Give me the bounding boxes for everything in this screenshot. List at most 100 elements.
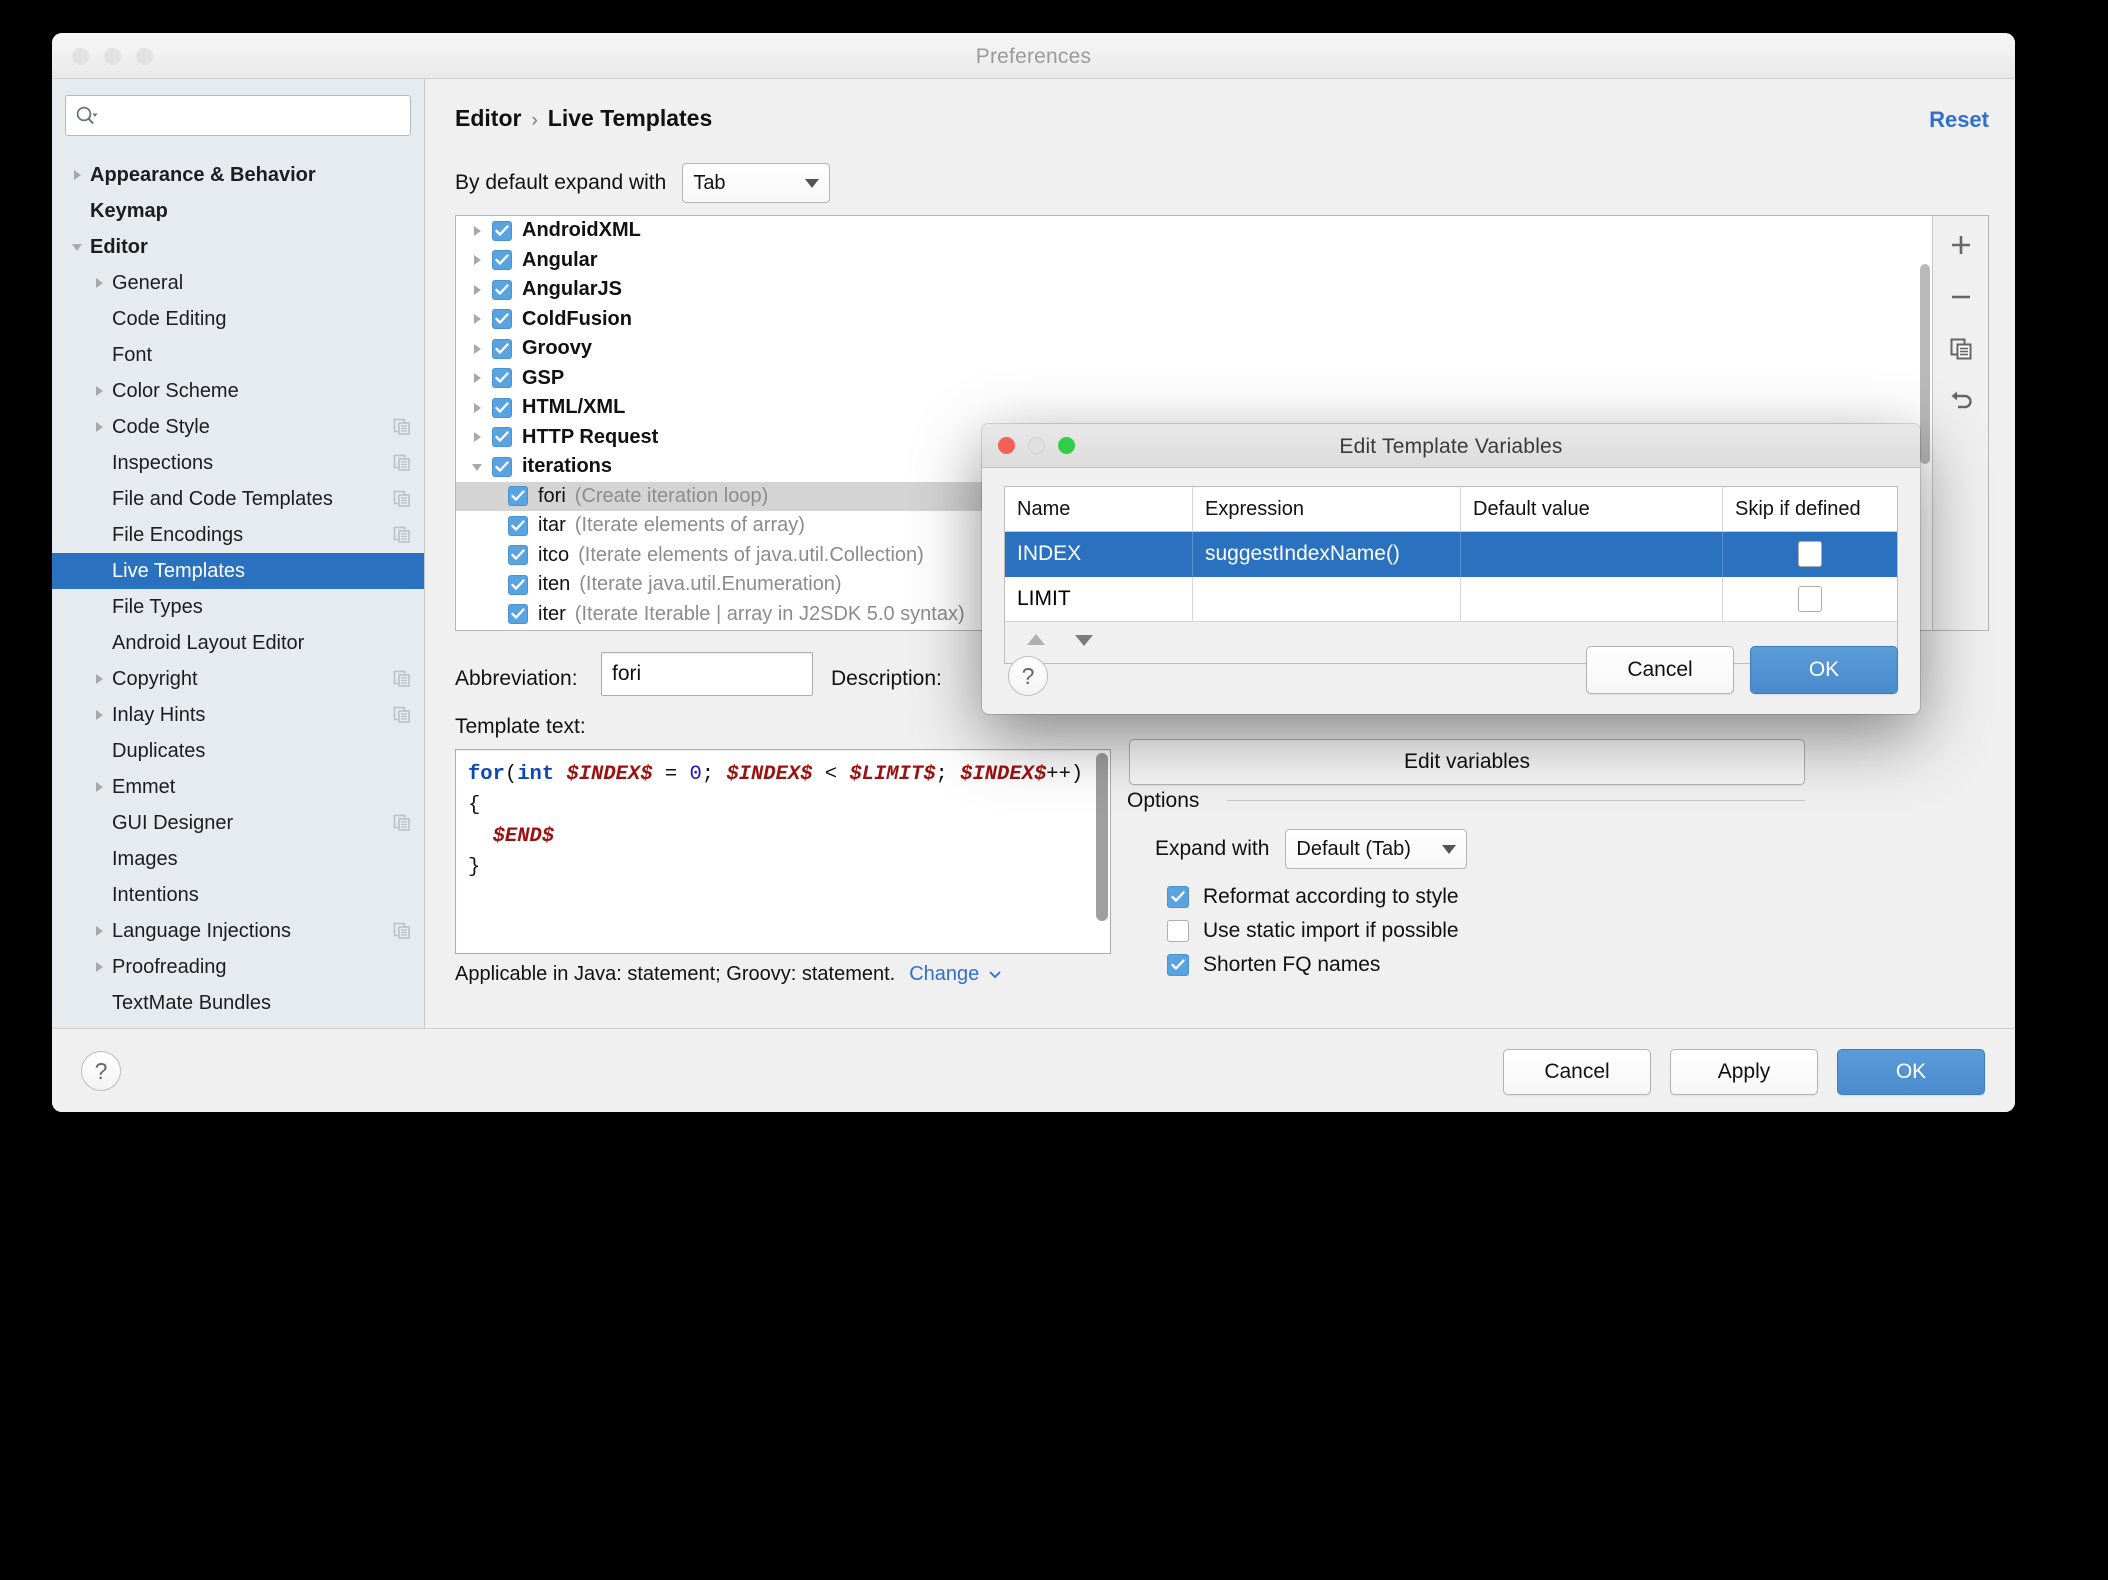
chevron-right-icon[interactable] (462, 252, 492, 268)
sidebar-item-copyright[interactable]: Copyright (52, 661, 424, 697)
chevron-right-icon[interactable] (462, 282, 492, 298)
move-down-icon[interactable] (1071, 630, 1097, 655)
chevron-right-icon[interactable] (469, 282, 485, 298)
sidebar-item-file-types[interactable]: File Types (52, 589, 424, 625)
default-expand-select[interactable]: Tab (682, 163, 831, 203)
sidebar-item-gui-designer[interactable]: GUI Designer (52, 805, 424, 841)
chevron-right-icon[interactable] (462, 341, 492, 357)
variable-default-value-cell[interactable] (1461, 577, 1723, 622)
option-checkbox[interactable] (1167, 886, 1189, 908)
chevron-right-icon[interactable] (91, 707, 107, 723)
chevron-right-icon[interactable] (86, 419, 112, 435)
chevron-right-icon[interactable] (91, 779, 107, 795)
sidebar-item-color-scheme[interactable]: Color Scheme (52, 373, 424, 409)
variable-name-cell[interactable]: LIMIT (1005, 577, 1193, 622)
sidebar-item-code-editing[interactable]: Code Editing (52, 301, 424, 337)
add-icon[interactable] (1944, 228, 1978, 262)
group-checkbox[interactable] (492, 250, 512, 271)
sidebar-item-textmate-bundles[interactable]: TextMate Bundles (52, 985, 424, 1021)
variables-table-row[interactable]: LIMIT (1005, 577, 1897, 622)
template-checkbox[interactable] (508, 604, 528, 625)
variables-table-row[interactable]: INDEX suggestIndexName() (1005, 532, 1897, 577)
modal-help-button[interactable]: ? (1008, 656, 1048, 696)
sidebar-item-todo[interactable]: TODO (52, 1021, 424, 1029)
templates-scrollbar-thumb[interactable] (1920, 264, 1930, 464)
abbreviation-input[interactable]: fori (601, 652, 813, 696)
chevron-right-icon[interactable] (86, 383, 112, 399)
template-code-scrollbar[interactable] (1095, 753, 1109, 950)
sidebar-item-file-and-code-templates[interactable]: File and Code Templates (52, 481, 424, 517)
chevron-right-icon[interactable] (86, 779, 112, 795)
edit-variables-button[interactable]: Edit variables (1129, 739, 1805, 785)
chevron-right-icon[interactable] (86, 671, 112, 687)
chevron-right-icon[interactable] (462, 311, 492, 327)
chevron-right-icon[interactable] (469, 429, 485, 445)
chevron-right-icon[interactable] (469, 370, 485, 386)
variable-skip-cell[interactable] (1723, 532, 1897, 577)
modal-ok-button[interactable]: OK (1750, 646, 1898, 694)
sidebar-item-intentions[interactable]: Intentions (52, 877, 424, 913)
template-group-row[interactable]: GSP (456, 364, 1916, 394)
chevron-down-icon[interactable] (64, 239, 90, 255)
group-checkbox[interactable] (492, 368, 512, 389)
variable-skip-cell[interactable] (1723, 577, 1897, 622)
group-checkbox[interactable] (492, 338, 512, 359)
sidebar-item-language-injections[interactable]: Language Injections (52, 913, 424, 949)
chevron-right-icon[interactable] (91, 923, 107, 939)
sidebar-item-images[interactable]: Images (52, 841, 424, 877)
cancel-button[interactable]: Cancel (1503, 1049, 1651, 1095)
chevron-right-icon[interactable] (462, 370, 492, 386)
group-checkbox[interactable] (492, 456, 512, 477)
sidebar-item-appearance-behavior[interactable]: Appearance & Behavior (52, 157, 424, 193)
chevron-right-icon[interactable] (91, 671, 107, 687)
sidebar-item-inspections[interactable]: Inspections (52, 445, 424, 481)
chevron-right-icon[interactable] (86, 275, 112, 291)
template-text-editor[interactable]: for(int $INDEX$ = 0; $INDEX$ < $LIMIT$; … (455, 749, 1111, 954)
template-group-row[interactable]: Angular (456, 246, 1916, 276)
option-checkbox-row[interactable]: Shorten FQ names (1167, 953, 1459, 977)
modal-cancel-button[interactable]: Cancel (1586, 646, 1734, 694)
duplicate-icon[interactable] (1944, 332, 1978, 366)
chevron-right-icon[interactable] (86, 959, 112, 975)
chevron-right-icon[interactable] (86, 707, 112, 723)
chevron-right-icon[interactable] (469, 223, 485, 239)
sidebar-item-file-encodings[interactable]: File Encodings (52, 517, 424, 553)
option-checkbox-row[interactable]: Reformat according to style (1167, 885, 1459, 909)
sidebar-item-keymap[interactable]: Keymap (52, 193, 424, 229)
breadcrumb-parent[interactable]: Editor (455, 105, 521, 132)
group-checkbox[interactable] (492, 397, 512, 418)
variable-expression-cell[interactable] (1193, 577, 1461, 622)
skip-if-defined-checkbox[interactable] (1798, 586, 1822, 612)
expand-with-select[interactable]: Default (Tab) (1285, 829, 1468, 869)
chevron-down-icon[interactable] (469, 459, 485, 475)
group-checkbox[interactable] (492, 220, 512, 241)
sidebar-item-live-templates[interactable]: Live Templates (52, 553, 424, 589)
apply-button[interactable]: Apply (1670, 1049, 1818, 1095)
template-group-row[interactable]: ColdFusion (456, 305, 1916, 335)
chevron-right-icon[interactable] (91, 959, 107, 975)
remove-icon[interactable] (1944, 280, 1978, 314)
chevron-right-icon[interactable] (69, 167, 85, 183)
search-input[interactable] (65, 95, 411, 136)
template-checkbox[interactable] (508, 545, 528, 566)
sidebar-item-android-layout-editor[interactable]: Android Layout Editor (52, 625, 424, 661)
sidebar-item-emmet[interactable]: Emmet (52, 769, 424, 805)
option-checkbox[interactable] (1167, 954, 1189, 976)
chevron-right-icon[interactable] (64, 167, 90, 183)
template-checkbox[interactable] (508, 515, 528, 536)
chevron-right-icon[interactable] (91, 275, 107, 291)
chevron-right-icon[interactable] (469, 400, 485, 416)
chevron-down-icon[interactable] (69, 239, 85, 255)
group-checkbox[interactable] (492, 427, 512, 448)
revert-icon[interactable] (1944, 384, 1978, 418)
sidebar-item-editor[interactable]: Editor (52, 229, 424, 265)
chevron-right-icon[interactable] (462, 429, 492, 445)
chevron-right-icon[interactable] (469, 252, 485, 268)
variable-default-value-cell[interactable] (1461, 532, 1723, 577)
group-checkbox[interactable] (492, 309, 512, 330)
template-checkbox[interactable] (508, 574, 528, 595)
variable-name-cell[interactable]: INDEX (1005, 532, 1193, 577)
template-code-scrollbar-thumb[interactable] (1096, 753, 1108, 921)
change-context-link[interactable]: Change (909, 963, 1003, 986)
chevron-right-icon[interactable] (91, 419, 107, 435)
